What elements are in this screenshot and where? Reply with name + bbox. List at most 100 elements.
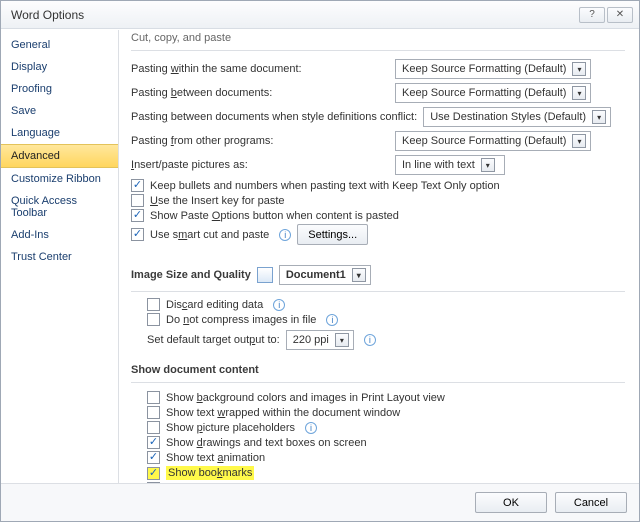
check-label: Keep bullets and numbers when pasting te…: [150, 180, 500, 192]
check-label: Show drawings and text boxes on screen: [166, 437, 367, 449]
sidebar-item-advanced[interactable]: Advanced: [1, 144, 118, 168]
category-sidebar: General Display Proofing Save Language A…: [1, 30, 119, 483]
row-paste-other-programs: Pasting from other programs: Keep Source…: [131, 131, 625, 151]
sidebar-item-display[interactable]: Display: [1, 56, 118, 78]
dropdown-document-scope[interactable]: Document1 ▾: [279, 265, 371, 285]
info-icon[interactable]: i: [326, 314, 338, 326]
check-smart-cut-paste: Use smart cut and paste i Settings...: [131, 224, 625, 245]
checkbox[interactable]: [147, 467, 160, 480]
dropdown-paste-other-programs[interactable]: Keep Source Formatting (Default) ▾: [395, 131, 591, 151]
sidebar-item-addins[interactable]: Add-Ins: [1, 224, 118, 246]
chevron-down-icon: ▾: [335, 333, 349, 347]
window-buttons: ? ✕: [579, 7, 633, 23]
check-label: Use the Insert key for paste: [150, 195, 285, 207]
chevron-down-icon: ▾: [592, 110, 606, 124]
cancel-button[interactable]: Cancel: [555, 492, 627, 513]
dropdown-value: 220 ppi: [293, 334, 329, 346]
check-label: Show picture placeholders: [166, 422, 295, 434]
chevron-down-icon: ▾: [572, 86, 586, 100]
check-show-background: Show background colors and images in Pri…: [147, 391, 625, 404]
checkbox[interactable]: [147, 313, 160, 326]
check-show-drawings: Show drawings and text boxes on screen: [147, 436, 625, 449]
checkbox[interactable]: [131, 194, 144, 207]
dropdown-paste-style-conflict[interactable]: Use Destination Styles (Default) ▾: [423, 107, 611, 127]
settings-button[interactable]: Settings...: [297, 224, 368, 245]
row-paste-between-docs: Pasting between documents: Keep Source F…: [131, 83, 625, 103]
checkbox[interactable]: [131, 209, 144, 222]
check-do-not-compress: Do not compress images in file i: [147, 313, 625, 326]
checkbox[interactable]: [147, 391, 160, 404]
check-show-paste-options: Show Paste Options button when content i…: [131, 209, 625, 222]
close-button[interactable]: ✕: [607, 7, 633, 23]
row-paste-within-same: Pasting within the same document: Keep S…: [131, 59, 625, 79]
check-label: Show Paste Options button when content i…: [150, 210, 399, 222]
label: Pasting between documents when style def…: [131, 111, 417, 123]
word-options-dialog: Word Options ? ✕ General Display Proofin…: [0, 0, 640, 522]
dropdown-target-output[interactable]: 220 ppi ▾: [286, 330, 354, 350]
checkbox[interactable]: [147, 298, 160, 311]
row-paste-between-style-conflict: Pasting between documents when style def…: [131, 107, 625, 127]
checkbox[interactable]: [147, 436, 160, 449]
help-button[interactable]: ?: [579, 7, 605, 23]
check-insert-key: Use the Insert key for paste: [131, 194, 625, 207]
row-insert-paste-pictures: Insert/paste pictures as: In line with t…: [131, 155, 625, 175]
dropdown-value: In line with text: [402, 159, 475, 171]
check-keep-bullets: Keep bullets and numbers when pasting te…: [131, 179, 625, 192]
section-show-document-content-title: Show document content: [131, 354, 625, 383]
label: Insert/paste pictures as:: [131, 159, 389, 171]
dropdown-value: Use Destination Styles (Default): [430, 111, 586, 123]
check-label: Show text animation: [166, 452, 265, 464]
section-cut-copy-paste-title: Cut, copy, and paste: [131, 30, 625, 51]
dropdown-insert-pictures[interactable]: In line with text ▾: [395, 155, 505, 175]
label: Pasting from other programs:: [131, 135, 389, 147]
dropdown-value: Keep Source Formatting (Default): [402, 63, 566, 75]
check-show-picture-placeholders: Show picture placeholders i: [147, 421, 625, 434]
checkbox[interactable]: [131, 179, 144, 192]
checkbox[interactable]: [147, 406, 160, 419]
sidebar-item-customize-ribbon[interactable]: Customize Ribbon: [1, 168, 118, 190]
check-show-text-animation: Show text animation: [147, 451, 625, 464]
info-icon[interactable]: i: [279, 229, 291, 241]
dropdown-value: Keep Source Formatting (Default): [402, 87, 566, 99]
chevron-down-icon: ▾: [572, 134, 586, 148]
chevron-down-icon: ▾: [572, 62, 586, 76]
document-icon: [257, 267, 273, 283]
check-label: Do not compress images in file: [166, 314, 316, 326]
checkbox[interactable]: [131, 228, 144, 241]
sidebar-item-general[interactable]: General: [1, 34, 118, 56]
ok-button[interactable]: OK: [475, 492, 547, 513]
chevron-down-icon: ▾: [352, 268, 366, 282]
label: Set default target output to:: [147, 334, 280, 346]
dropdown-paste-within-same[interactable]: Keep Source Formatting (Default) ▾: [395, 59, 591, 79]
chevron-down-icon: ▾: [481, 158, 495, 172]
sidebar-item-language[interactable]: Language: [1, 122, 118, 144]
info-icon[interactable]: i: [273, 299, 285, 311]
label: Pasting within the same document:: [131, 63, 389, 75]
info-icon[interactable]: i: [305, 422, 317, 434]
dialog-footer: OK Cancel: [1, 483, 639, 521]
check-show-bookmarks: Show bookmarks: [147, 466, 625, 480]
row-target-output: Set default target output to: 220 ppi ▾ …: [147, 330, 625, 350]
checkbox[interactable]: [147, 421, 160, 434]
label: Pasting between documents:: [131, 87, 389, 99]
section-title-text: Image Size and Quality: [131, 269, 251, 281]
check-label: Discard editing data: [166, 299, 263, 311]
options-content[interactable]: Cut, copy, and paste Pasting within the …: [119, 30, 639, 483]
dropdown-value: Keep Source Formatting (Default): [402, 135, 566, 147]
check-label: Show background colors and images in Pri…: [166, 392, 445, 404]
check-label: Show text wrapped within the document wi…: [166, 407, 400, 419]
sidebar-item-save[interactable]: Save: [1, 100, 118, 122]
titlebar: Word Options ? ✕: [1, 1, 639, 29]
check-label: Use smart cut and paste: [150, 229, 269, 241]
checkbox[interactable]: [147, 451, 160, 464]
dialog-title: Word Options: [11, 8, 84, 22]
sidebar-item-trust-center[interactable]: Trust Center: [1, 246, 118, 268]
section-image-size-quality: Image Size and Quality Document1 ▾: [131, 255, 625, 292]
sidebar-item-qat[interactable]: Quick Access Toolbar: [1, 190, 118, 224]
sidebar-item-proofing[interactable]: Proofing: [1, 78, 118, 100]
dropdown-paste-between-docs[interactable]: Keep Source Formatting (Default) ▾: [395, 83, 591, 103]
check-discard-editing-data: Discard editing data i: [147, 298, 625, 311]
info-icon[interactable]: i: [364, 334, 376, 346]
check-show-wrapped: Show text wrapped within the document wi…: [147, 406, 625, 419]
dropdown-value: Document1: [286, 269, 346, 281]
